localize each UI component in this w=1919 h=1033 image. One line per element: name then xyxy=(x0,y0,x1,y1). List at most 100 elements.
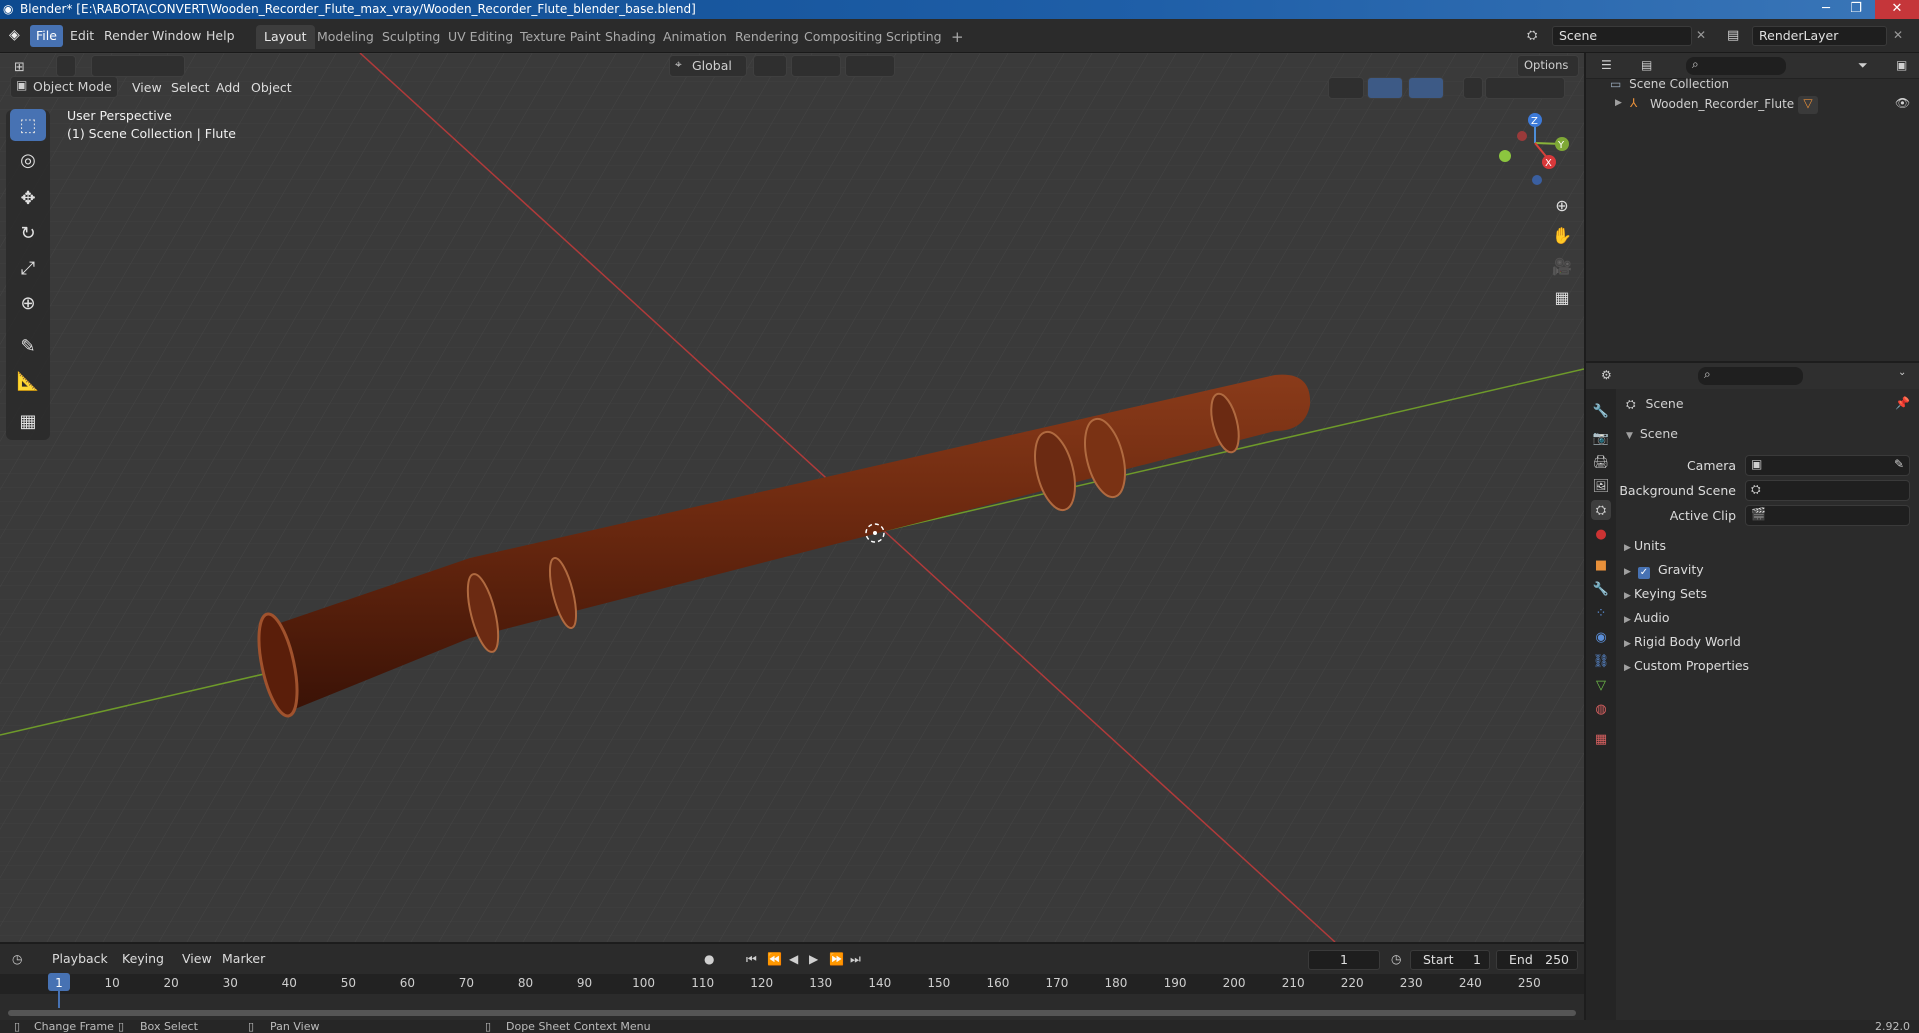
timeline-menu-marker[interactable]: Marker xyxy=(216,948,271,970)
jump-end-icon[interactable]: ⏭ xyxy=(850,952,861,967)
scene-close-icon[interactable]: ✕ xyxy=(1696,28,1706,42)
viewport-menu-view[interactable]: View xyxy=(126,77,168,99)
new-collection-icon[interactable]: ▣ xyxy=(1896,58,1907,72)
selection-mode-group[interactable] xyxy=(91,55,185,77)
menu-edit[interactable]: Edit xyxy=(64,25,100,47)
pivot-point-icon[interactable] xyxy=(753,55,787,77)
outliner-search-input[interactable]: ⌕ xyxy=(1686,57,1786,75)
transform-orientation[interactable]: ⌖ Global xyxy=(669,55,747,77)
gizmo-toggle-icon[interactable] xyxy=(1367,77,1403,99)
section-keying-sets[interactable]: ▶ Keying Sets xyxy=(1624,586,1707,601)
scene-selector[interactable]: Scene xyxy=(1552,26,1692,46)
background-scene-field[interactable]: ⛭ xyxy=(1745,480,1910,501)
modifier-icon[interactable]: ▽ xyxy=(1798,96,1818,114)
end-frame-field[interactable]: End 250 xyxy=(1496,950,1578,970)
properties-editor-icon[interactable]: ⚙ xyxy=(1601,368,1612,382)
record-icon[interactable]: ● xyxy=(704,952,714,966)
material-tab-icon[interactable]: ◍ xyxy=(1591,699,1611,719)
mode-selector[interactable]: ▣ Object Mode xyxy=(10,76,118,98)
modifier-tab-icon[interactable]: 🔧 xyxy=(1591,579,1611,599)
menu-window[interactable]: Window xyxy=(146,25,207,47)
navigation-gizmo[interactable]: Z Y X xyxy=(1490,108,1580,188)
eyedropper-icon[interactable]: ✎ xyxy=(1894,457,1904,471)
object-tab-icon[interactable]: ■ xyxy=(1591,555,1611,575)
shading-mode-group[interactable] xyxy=(1485,77,1565,99)
camera-field[interactable]: ▣ ✎ xyxy=(1745,455,1910,476)
data-tab-icon[interactable]: ▽ xyxy=(1591,675,1611,695)
display-mode-icon[interactable]: ▤ xyxy=(1641,58,1652,72)
tab-sculpting[interactable]: Sculpting xyxy=(374,25,448,49)
tab-modeling[interactable]: Modeling xyxy=(309,25,382,49)
viewport-menu-add[interactable]: Add xyxy=(210,77,246,99)
gravity-checkbox[interactable]: ✓ xyxy=(1637,567,1650,579)
measure-tool-icon[interactable]: 📐 xyxy=(10,365,46,397)
timeline-menu-view[interactable]: View xyxy=(176,948,218,970)
tab-rendering[interactable]: Rendering xyxy=(727,25,807,49)
tab-animation[interactable]: Animation xyxy=(655,25,735,49)
editor-type-icon[interactable]: ⊞ xyxy=(14,60,25,75)
timeline-menu-playback[interactable]: Playback xyxy=(46,948,114,970)
outliner-editor-icon[interactable]: ☰ xyxy=(1601,58,1612,72)
close-button[interactable]: ✕ xyxy=(1875,0,1919,19)
properties-search-input[interactable]: ⌕ xyxy=(1698,367,1803,385)
play-icon[interactable]: ▶ xyxy=(809,952,818,966)
overlay-toggle-icon[interactable] xyxy=(1408,77,1444,99)
eye-visibility-icon[interactable]: 👁 xyxy=(1895,96,1910,110)
timeline-scrollbar[interactable] xyxy=(8,1010,1576,1016)
camera-view-icon[interactable]: 🎥 xyxy=(1548,252,1576,280)
outliner-root[interactable]: ▭ Scene Collection xyxy=(1610,77,1729,91)
tab-compositing[interactable]: Compositing xyxy=(796,25,890,49)
expand-icon[interactable]: ▶ xyxy=(1615,98,1625,108)
snap-toggle[interactable] xyxy=(791,55,841,77)
chevron-down-icon[interactable]: ⌄ xyxy=(1898,367,1906,378)
render-tab-icon[interactable]: 📷 xyxy=(1591,428,1611,448)
proportional-edit-toggle[interactable] xyxy=(845,55,895,77)
rotate-tool-icon[interactable]: ↻ xyxy=(10,217,46,249)
timeline-menu-keying[interactable]: Keying xyxy=(116,948,170,970)
constraints-tab-icon[interactable]: ⛓ xyxy=(1591,651,1611,671)
tab-shading[interactable]: Shading xyxy=(597,25,664,49)
renderlayer-close-icon[interactable]: ✕ xyxy=(1893,28,1903,42)
section-units[interactable]: ▶ Units xyxy=(1624,538,1666,553)
prev-keyframe-icon[interactable]: ⏪ xyxy=(767,952,782,966)
section-rigid-body-world[interactable]: ▶ Rigid Body World xyxy=(1624,634,1741,649)
ortho-grid-icon[interactable]: ▦ xyxy=(1548,283,1576,311)
timeline-editor-icon[interactable]: ◷ xyxy=(12,952,22,966)
section-gravity[interactable]: ▶ ✓ Gravity xyxy=(1624,562,1704,579)
preview-range-icon[interactable]: ◷ xyxy=(1391,952,1401,966)
view-layer-tab-icon[interactable]: 🖼 xyxy=(1591,476,1611,496)
minimize-button[interactable]: ─ xyxy=(1811,0,1841,19)
next-keyframe-icon[interactable]: ⏩ xyxy=(829,952,844,966)
xray-toggle-icon[interactable] xyxy=(1463,77,1483,99)
current-frame-field[interactable]: 1 xyxy=(1308,950,1380,970)
scene-panel-header[interactable]: ▼ Scene xyxy=(1626,426,1678,441)
viewport-menu-object[interactable]: Object xyxy=(245,77,298,99)
tab-uv-editing[interactable]: UV Editing xyxy=(440,25,521,49)
tab-texture-paint[interactable]: Texture Paint xyxy=(512,25,609,49)
active-clip-field[interactable]: 🎬 xyxy=(1745,505,1910,526)
output-tab-icon[interactable]: 🖨 xyxy=(1591,452,1611,472)
physics-tab-icon[interactable]: ◉ xyxy=(1591,627,1611,647)
select-box-icon[interactable]: ⬚ xyxy=(10,109,46,141)
cursor-tool-icon[interactable]: ◎ xyxy=(10,144,46,176)
blender-menu-icon[interactable]: ◈ xyxy=(9,27,20,43)
visibility-toggle-icon[interactable] xyxy=(1328,77,1364,99)
outliner-item[interactable]: ▶ ⅄ Wooden_Recorder_Flute ▽ 👁 xyxy=(1612,96,1912,114)
viewport-menu-select[interactable]: Select xyxy=(165,77,216,99)
3d-viewport[interactable] xyxy=(0,53,1584,942)
annotate-tool-icon[interactable]: ✎ xyxy=(10,330,46,362)
particles-tab-icon[interactable]: ⁘ xyxy=(1591,603,1611,623)
section-audio[interactable]: ▶ Audio xyxy=(1624,610,1670,625)
play-reverse-icon[interactable]: ◀ xyxy=(789,952,798,966)
world-tab-icon[interactable]: ● xyxy=(1591,524,1611,544)
add-cube-tool-icon[interactable]: ▦ xyxy=(10,405,46,437)
add-workspace-button[interactable]: + xyxy=(943,25,972,49)
section-custom-properties[interactable]: ▶ Custom Properties xyxy=(1624,658,1749,673)
zoom-icon[interactable]: ⊕ xyxy=(1548,191,1576,219)
pan-hand-icon[interactable]: ✋ xyxy=(1548,221,1576,249)
tab-scripting[interactable]: Scripting xyxy=(878,25,950,49)
filter-icon[interactable]: ⏷ xyxy=(1858,58,1868,73)
scene-tab-icon[interactable]: ⛭ xyxy=(1591,500,1611,520)
maximize-button[interactable]: ❐ xyxy=(1841,0,1871,19)
start-frame-field[interactable]: Start 1 xyxy=(1410,950,1490,970)
